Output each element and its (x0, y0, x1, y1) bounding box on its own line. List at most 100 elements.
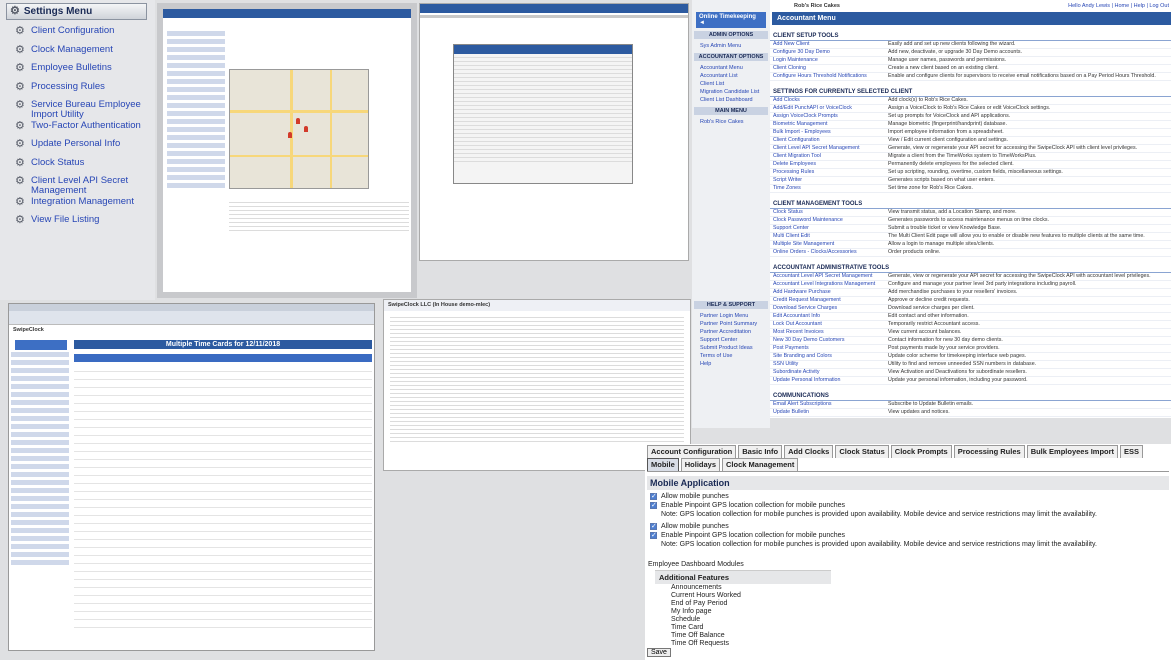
allow-mobile-punches-checkbox-2[interactable] (650, 522, 657, 531)
table-row[interactable] (74, 380, 372, 388)
table-row[interactable] (74, 540, 372, 548)
settings-item-client-level-api-secret-management[interactable]: ⚙ Client Level API Secret Management (15, 176, 155, 196)
map-pin-icon[interactable] (296, 118, 300, 124)
table-row[interactable] (74, 460, 372, 468)
tool-link-email-alert-subscriptions[interactable]: Email Alert Subscriptions (770, 401, 888, 408)
table-row[interactable] (74, 364, 372, 372)
online-timekeeping-button[interactable]: Online Timekeeping ◄ (696, 12, 766, 28)
table-row[interactable] (74, 548, 372, 556)
gps-collection-option[interactable]: Enable Pinpoint GPS location collection … (645, 501, 1171, 510)
table-row[interactable] (74, 420, 372, 428)
settings-item-clock-status[interactable]: ⚙ Clock Status (15, 157, 155, 176)
table-row[interactable] (74, 476, 372, 484)
table-row[interactable] (74, 604, 372, 612)
table-row[interactable] (74, 588, 372, 596)
settings-item-view-file-listing[interactable]: ⚙ View File Listing (15, 215, 155, 233)
settings-item-employee-bulletins[interactable]: ⚙ Employee Bulletins (15, 63, 155, 81)
tool-link-edit-accountant-info[interactable]: Edit Accountant Info (770, 313, 888, 320)
gps-collection-option-2[interactable]: Enable Pinpoint GPS location collection … (645, 531, 1171, 540)
tool-link-multi-client-edit[interactable]: Multi Client Edit (770, 233, 888, 240)
map-pin-icon[interactable] (304, 126, 308, 132)
tool-link-delete-employees[interactable]: Delete Employees (770, 161, 888, 168)
table-row[interactable] (74, 428, 372, 436)
accountant-link-accountant-menu[interactable]: Accountant Menu (692, 64, 770, 72)
tab-clock-status[interactable]: Clock Status (835, 445, 889, 458)
accountant-link-client-list-dashboard[interactable]: Client List Dashboard (692, 96, 770, 104)
settings-item-integration-management[interactable]: ⚙ Integration Management (15, 196, 155, 215)
tool-link-bulk-import-employees[interactable]: Bulk Import - Employees (770, 129, 888, 136)
table-row[interactable] (74, 596, 372, 604)
tool-link-configure-30-day-demo[interactable]: Configure 30 Day Demo (770, 49, 888, 56)
help-link-partner-point-summary[interactable]: Partner Point Summary (692, 320, 770, 328)
settings-item-clock-management[interactable]: ⚙ Clock Management (15, 44, 155, 63)
help-link-terms-of-use[interactable]: Terms of Use (692, 352, 770, 360)
tab-clock-prompts[interactable]: Clock Prompts (890, 445, 952, 458)
table-row[interactable] (74, 396, 372, 404)
tool-link-accountant-level-integrations-management[interactable]: Accountant Level Integrations Management (770, 281, 888, 288)
help-link-support-center[interactable]: Support Center (692, 336, 770, 344)
tool-link-ssn-utility[interactable]: SSN Utility (770, 361, 888, 368)
table-row[interactable] (74, 612, 372, 620)
allow-mobile-punches-option[interactable]: Allow mobile punches (645, 492, 1171, 501)
tool-link-client-cloning[interactable]: Client Cloning (770, 65, 888, 72)
tool-link-clock-password-maintenance[interactable]: Clock Password Maintenance (770, 217, 888, 224)
tool-link-time-zones[interactable]: Time Zones (770, 185, 888, 192)
table-row[interactable] (74, 372, 372, 380)
online-timekeeping-button[interactable] (15, 340, 67, 350)
gps-collection-checkbox-2[interactable] (650, 531, 657, 540)
settings-item-update-personal-info[interactable]: ⚙ Update Personal Info (15, 139, 155, 157)
save-button[interactable]: Save (647, 648, 671, 657)
accountant-link-accountant-list[interactable]: Accountant List (692, 72, 770, 80)
gps-collection-checkbox[interactable] (650, 501, 657, 510)
tab-mobile[interactable]: Mobile (647, 458, 679, 471)
table-row[interactable] (74, 388, 372, 396)
tool-link-lock-out-accountant[interactable]: Lock Out Accountant (770, 321, 888, 328)
tool-link-post-payments[interactable]: Post Payments (770, 345, 888, 352)
tool-link-biometric-management[interactable]: Biometric Management (770, 121, 888, 128)
table-row[interactable] (74, 532, 372, 540)
tool-link-add-edit-punchapi-or-voiceclock[interactable]: Add/Edit PunchAPI or VoiceClock (770, 105, 888, 112)
table-row[interactable] (74, 572, 372, 580)
tool-link-most-recent-invoices[interactable]: Most Recent Invoices (770, 329, 888, 336)
help-link-partner-login-menu[interactable]: Partner Login Menu (692, 312, 770, 320)
table-row[interactable] (74, 580, 372, 588)
table-row[interactable] (74, 556, 372, 564)
tab-add-clocks[interactable]: Add Clocks (784, 445, 834, 458)
tool-link-client-configuration[interactable]: Client Configuration (770, 137, 888, 144)
table-row[interactable] (74, 524, 372, 532)
table-row[interactable] (74, 404, 372, 412)
tab-basic-info[interactable]: Basic Info (738, 445, 783, 458)
tool-link-credit-request-management[interactable]: Credit Request Management (770, 297, 888, 304)
table-row[interactable] (74, 500, 372, 508)
table-row[interactable] (74, 484, 372, 492)
tool-link-client-level-api-secret-management[interactable]: Client Level API Secret Management (770, 145, 888, 152)
tool-link-add-clocks[interactable]: Add Clocks (770, 97, 888, 104)
settings-item-client-configuration[interactable]: ⚙ Client Configuration (15, 26, 155, 44)
header-user-links[interactable]: Hello Andy Lewis | Home | Help | Log Out (1068, 3, 1169, 9)
tool-link-client-migration-tool[interactable]: Client Migration Tool (770, 153, 888, 160)
settings-item-two-factor-authentication[interactable]: ⚙ Two-Factor Authentication (15, 120, 155, 139)
table-row[interactable] (74, 468, 372, 476)
browser-address-bar[interactable] (9, 311, 374, 325)
table-row[interactable] (74, 436, 372, 444)
table-row[interactable] (74, 516, 372, 524)
tab-clock-management[interactable]: Clock Management (722, 458, 799, 471)
accountant-link-client-list[interactable]: Client List (692, 80, 770, 88)
tool-link-processing-rules[interactable]: Processing Rules (770, 169, 888, 176)
table-row[interactable] (74, 620, 372, 628)
table-row[interactable] (74, 492, 372, 500)
tool-link-accountant-level-api-secret-management[interactable]: Accountant Level API Secret Management (770, 273, 888, 280)
settings-item-processing-rules[interactable]: ⚙ Processing Rules (15, 81, 155, 100)
settings-item-service-bureau-employee-import-utility[interactable]: ⚙ Service Bureau Employee Import Utility (15, 100, 155, 120)
help-link-submit-product-ideas[interactable]: Submit Product Ideas (692, 344, 770, 352)
tab-bulk-employees-import[interactable]: Bulk Employees Import (1026, 445, 1119, 458)
tool-link-update-bulletin[interactable]: Update Bulletin (770, 409, 888, 416)
tool-link-subordinate-activity[interactable]: Subordinate Activity (770, 369, 888, 376)
table-row[interactable] (74, 412, 372, 420)
tool-link-support-center[interactable]: Support Center (770, 225, 888, 232)
punch-map[interactable] (229, 69, 369, 189)
tool-link-add-new-client[interactable]: Add New Client (770, 41, 888, 48)
map-pin-icon[interactable] (288, 132, 292, 138)
help-link-help[interactable]: Help (692, 360, 770, 368)
tab-holidays[interactable]: Holidays (680, 458, 721, 471)
